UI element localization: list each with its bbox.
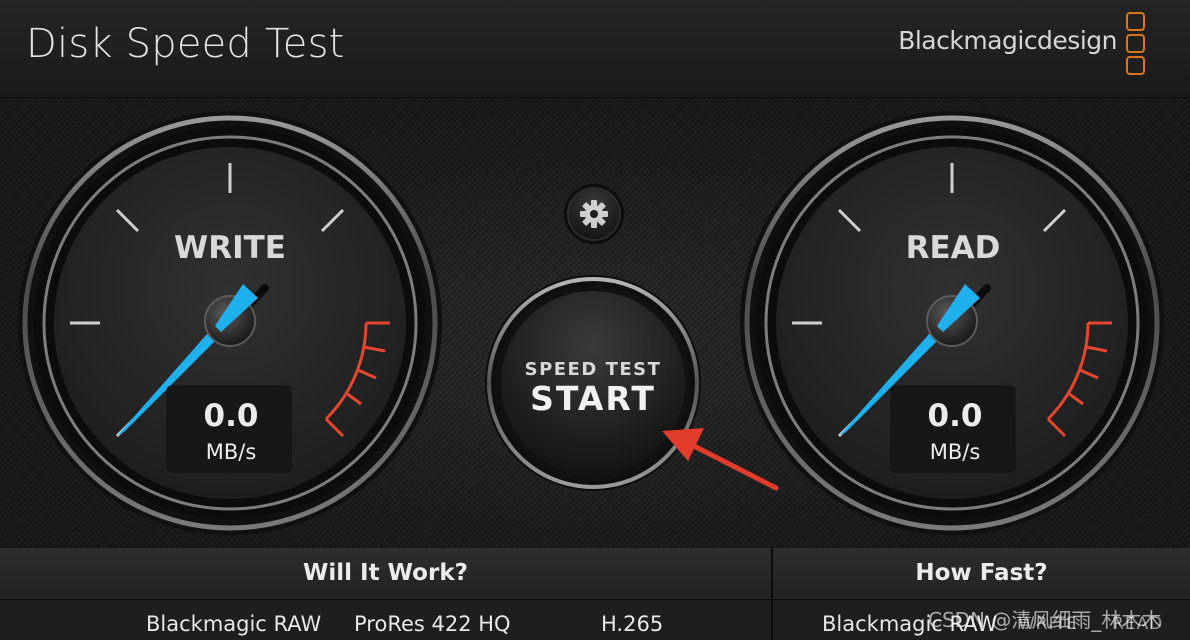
- will-it-work-header: Will It Work?: [0, 548, 771, 600]
- write-label: WRITE: [174, 230, 286, 266]
- section-divider: [771, 548, 773, 640]
- column-h265: H.265: [601, 612, 664, 636]
- write-value: 0.0: [204, 398, 259, 434]
- watermark: CSDN @清风细雨_林木木: [928, 608, 1162, 632]
- column-prores-422-hq: ProRes 422 HQ: [354, 612, 511, 636]
- read-unit: MB/s: [930, 440, 981, 464]
- start-button-caption: SPEED TEST: [525, 359, 662, 380]
- gauges-layer: WRITE 0.0 MB/s READ 0.0 MB/s SPEED TEST …: [18, 111, 1164, 535]
- settings-button[interactable]: [564, 184, 624, 244]
- start-button-label: START: [530, 379, 656, 418]
- annotation-arrow-icon: [662, 428, 779, 491]
- write-unit: MB/s: [206, 440, 257, 464]
- gear-icon: [580, 200, 608, 228]
- write-gauge: WRITE 0.0 MB/s: [18, 111, 442, 535]
- read-gauge: READ 0.0 MB/s: [740, 111, 1164, 535]
- column-blackmagic-raw: Blackmagic RAW: [146, 612, 322, 636]
- read-label: READ: [906, 230, 1001, 266]
- how-fast-header: How Fast?: [773, 548, 1190, 600]
- read-value: 0.0: [928, 398, 983, 434]
- start-button[interactable]: SPEED TEST START: [485, 275, 701, 491]
